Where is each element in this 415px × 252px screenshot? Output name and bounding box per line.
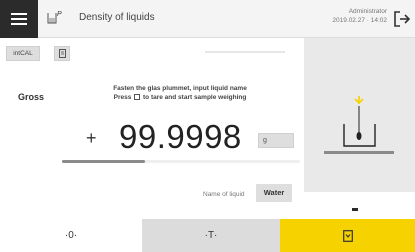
- bottom-action-bar: ·0· ·T·: [0, 219, 415, 252]
- document-icon: [58, 49, 66, 58]
- print-button[interactable]: [280, 219, 415, 252]
- zero-button[interactable]: ·0·: [0, 219, 142, 252]
- user-info: Administrator 2019.02.27 · 14:02: [332, 7, 387, 25]
- unit-button[interactable]: g: [258, 133, 294, 148]
- instruction-line-1: Fasten the glas plummet, input liquid na…: [113, 85, 247, 92]
- user-name: Administrator: [348, 8, 387, 15]
- top-bar: P Density of liquids Administrator 2019.…: [0, 0, 415, 38]
- instruction-text: Fasten the glas plummet, input liquid na…: [60, 84, 300, 102]
- plummet-illustration: [324, 96, 394, 154]
- document-button[interactable]: [54, 46, 70, 61]
- tare-key-icon: [134, 94, 141, 100]
- density-app-icon: P: [47, 11, 62, 24]
- plummet-illustration-panel: [304, 38, 415, 192]
- logout-icon[interactable]: [393, 10, 411, 28]
- instruction-rest: to tare and start sample weighing: [143, 94, 247, 101]
- menu-button[interactable]: [0, 0, 38, 38]
- weighing-progress-bar: [62, 160, 300, 163]
- app-icon-label: P: [57, 11, 62, 18]
- weight-value: 99.9998: [119, 118, 242, 155]
- print-icon: [342, 229, 353, 242]
- hamburger-icon: [11, 13, 27, 25]
- weight-sign: +: [86, 128, 97, 148]
- page-title: Density of liquids: [79, 12, 155, 23]
- mode-label: Gross: [18, 92, 45, 102]
- intcal-button[interactable]: intCAL: [6, 46, 40, 61]
- instruction-line-2: Press to tare and start sample weighing: [60, 93, 300, 102]
- weighing-progress-fill: [62, 160, 146, 163]
- date-time: 2019.02.27 · 14:02: [332, 17, 387, 24]
- tool-row: intCAL: [0, 42, 300, 64]
- liquid-name-label: Name of liquid: [203, 191, 245, 198]
- instruction-press: Press: [113, 94, 132, 101]
- liquid-name-field[interactable]: Water: [256, 184, 292, 202]
- top-progress-line: [205, 51, 285, 53]
- minus-indicator: [352, 208, 358, 211]
- tare-button[interactable]: ·T·: [142, 219, 280, 252]
